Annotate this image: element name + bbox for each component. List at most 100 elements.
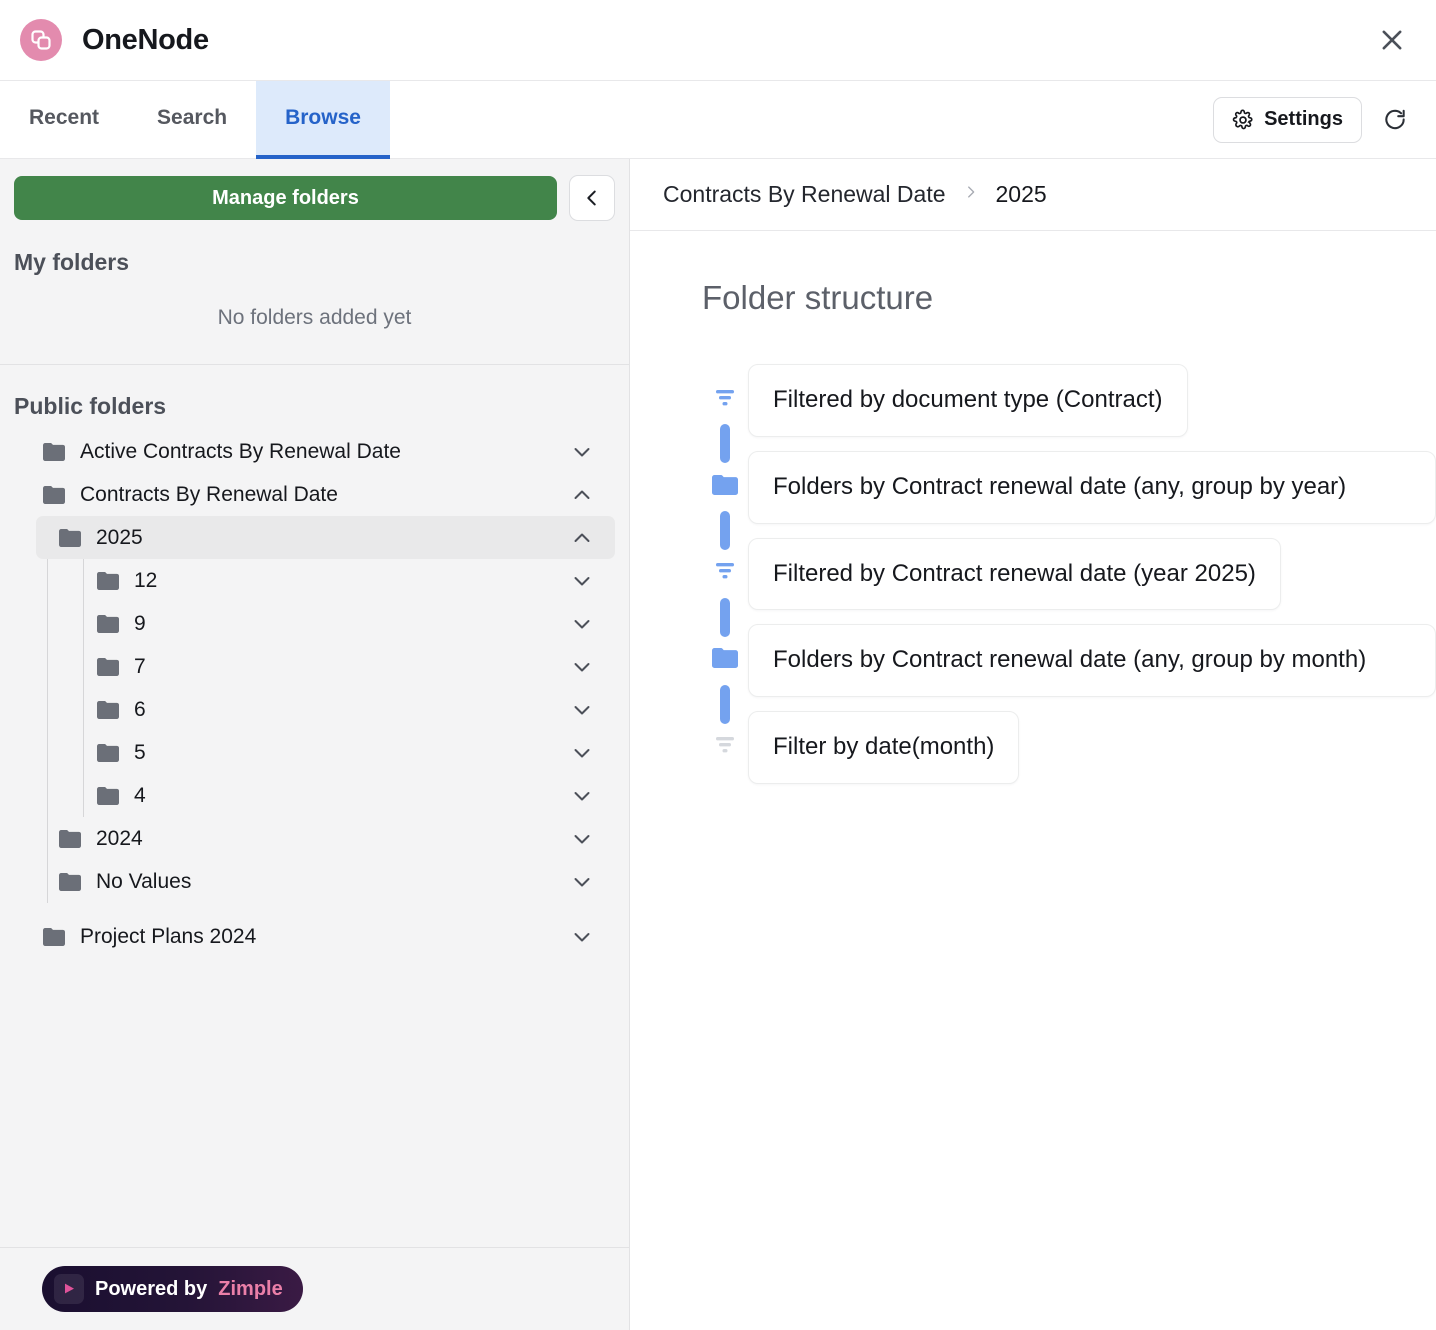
folder-icon bbox=[42, 485, 66, 505]
breadcrumb-item-root[interactable]: Contracts By Renewal Date bbox=[663, 181, 946, 208]
flow-connector-line bbox=[720, 431, 730, 464]
tree-item-label: No Values bbox=[96, 869, 192, 893]
sidebar-footer: Powered by Zimple bbox=[0, 1247, 629, 1330]
tree-item-6[interactable]: 6 bbox=[72, 688, 615, 731]
chevron-down-icon[interactable] bbox=[565, 650, 599, 684]
folder-icon bbox=[58, 829, 82, 849]
chevron-down-icon[interactable] bbox=[565, 865, 599, 899]
flow-connector-line bbox=[720, 518, 730, 550]
folder-icon bbox=[96, 743, 120, 763]
tree-item-2024[interactable]: 2024 bbox=[36, 817, 615, 860]
flow-rail bbox=[702, 518, 748, 630]
tree-item-2025[interactable]: 2025 bbox=[36, 516, 615, 559]
flow-step-5: Filter by date(month) bbox=[702, 692, 1436, 791]
title-bar: OneNode bbox=[0, 0, 1436, 81]
tree-item-label: 7 bbox=[134, 654, 146, 678]
filter-icon bbox=[712, 732, 738, 763]
flow-step-card[interactable]: Folders by Contract renewal date (any, g… bbox=[748, 624, 1436, 698]
collapse-sidebar-button[interactable] bbox=[569, 175, 615, 221]
manage-folders-button[interactable]: Manage folders bbox=[14, 176, 557, 220]
filter-icon bbox=[712, 385, 738, 416]
folder-icon bbox=[58, 528, 82, 548]
flow-rail bbox=[702, 692, 748, 791]
chevron-down-icon[interactable] bbox=[565, 736, 599, 770]
folder-icon bbox=[96, 571, 120, 591]
chevron-down-icon[interactable] bbox=[565, 607, 599, 641]
tree-item-contracts-by-renewal-date[interactable]: Contracts By Renewal Date bbox=[14, 473, 615, 516]
chevron-down-icon[interactable] bbox=[565, 779, 599, 813]
chevron-down-icon[interactable] bbox=[565, 920, 599, 954]
sidebar: Manage folders My folders No folders add… bbox=[0, 159, 630, 1330]
folder-tree: Active Contracts By Renewal Date Contrac… bbox=[0, 420, 629, 1247]
settings-button[interactable]: Settings bbox=[1213, 96, 1362, 143]
tree-item-label: 5 bbox=[134, 740, 146, 764]
refresh-icon[interactable] bbox=[1378, 103, 1412, 137]
tree-item-4[interactable]: 4 bbox=[72, 774, 615, 817]
tree-item-5[interactable]: 5 bbox=[72, 731, 615, 774]
tree-item-label: 2025 bbox=[96, 525, 143, 549]
tab-recent[interactable]: Recent bbox=[0, 81, 128, 159]
tree-item-9[interactable]: 9 bbox=[72, 602, 615, 645]
main-content: Folder structure Filtered by document ty… bbox=[630, 231, 1436, 791]
flow-connector-line bbox=[720, 605, 730, 637]
flow-rail bbox=[702, 431, 748, 543]
folder-icon bbox=[710, 645, 740, 676]
main-panel: Contracts By Renewal Date 2025 Folder st… bbox=[630, 159, 1436, 1330]
flow-step-card[interactable]: Filtered by Contract renewal date (year … bbox=[748, 537, 1281, 611]
page-title: OneNode bbox=[82, 23, 209, 56]
gear-icon bbox=[1232, 109, 1254, 131]
flow-step-2: Folders by Contract renewal date (any, g… bbox=[702, 431, 1436, 543]
tree-item-label: 12 bbox=[134, 568, 158, 592]
flow-step-card[interactable]: Filtered by document type (Contract) bbox=[748, 364, 1188, 437]
chevron-up-icon[interactable] bbox=[565, 521, 599, 555]
sidebar-top: Manage folders bbox=[0, 159, 629, 221]
toolbar: Settings bbox=[1213, 81, 1436, 158]
chevron-down-icon[interactable] bbox=[565, 435, 599, 469]
folder-icon bbox=[96, 786, 120, 806]
tabbar-spacer bbox=[390, 81, 1213, 158]
flow-step-3: Filtered by Contract renewal date (year … bbox=[702, 518, 1436, 630]
chevron-down-icon[interactable] bbox=[565, 564, 599, 598]
my-folders-empty: No folders added yet bbox=[217, 306, 412, 329]
flow-rail bbox=[702, 357, 748, 456]
chevron-left-icon bbox=[581, 187, 603, 209]
tree-item-7[interactable]: 7 bbox=[72, 645, 615, 688]
folder-structure-title: Folder structure bbox=[702, 279, 934, 316]
tree-item-label: Active Contracts By Renewal Date bbox=[80, 439, 401, 463]
folder-icon bbox=[42, 442, 66, 462]
tree-group-contracts: 2025 12 9 7 6 5 4 2024 No Values bbox=[0, 516, 629, 903]
chevron-up-icon[interactable] bbox=[565, 478, 599, 512]
tree-item-no-values[interactable]: No Values bbox=[36, 860, 615, 903]
folder-icon bbox=[96, 614, 120, 634]
chevron-down-icon[interactable] bbox=[565, 693, 599, 727]
chevron-down-icon[interactable] bbox=[565, 822, 599, 856]
onenode-logo-icon bbox=[20, 19, 62, 61]
tree-item-label: Contracts By Renewal Date bbox=[80, 482, 338, 506]
public-folders-title: Public folders bbox=[14, 393, 167, 419]
tab-bar: Recent Search Browse Settings bbox=[0, 81, 1436, 159]
folder-icon bbox=[42, 927, 66, 947]
powered-by-zimple-badge[interactable]: Powered by Zimple bbox=[42, 1266, 303, 1312]
flow-connector-line bbox=[720, 692, 730, 724]
folder-icon bbox=[96, 657, 120, 677]
flow-step-card[interactable]: Folders by Contract renewal date (any, g… bbox=[748, 450, 1436, 524]
tree-item-project-plans-2024[interactable]: Project Plans 2024 bbox=[14, 915, 615, 958]
close-icon[interactable] bbox=[1370, 18, 1414, 62]
flow-step-1: Filtered by document type (Contract) bbox=[702, 357, 1436, 456]
tab-browse[interactable]: Browse bbox=[256, 81, 390, 159]
powered-by-label: Powered by bbox=[95, 1277, 208, 1300]
tree-item-label: 2024 bbox=[96, 826, 143, 850]
chevron-right-icon bbox=[962, 183, 980, 207]
folder-icon bbox=[58, 872, 82, 892]
tree-item-label: 4 bbox=[134, 783, 146, 807]
tab-search[interactable]: Search bbox=[128, 81, 256, 159]
breadcrumb-item-current[interactable]: 2025 bbox=[996, 181, 1047, 208]
tree-item-12[interactable]: 12 bbox=[72, 559, 615, 602]
tree-item-active-contracts-by-renewal-date[interactable]: Active Contracts By Renewal Date bbox=[14, 430, 615, 473]
flow-rail bbox=[702, 605, 748, 717]
flow-step-card[interactable]: Filter by date(month) bbox=[748, 711, 1020, 784]
my-folders-title: My folders bbox=[14, 249, 130, 275]
tree-item-label: 6 bbox=[134, 697, 146, 721]
tree-item-label: 9 bbox=[134, 611, 146, 635]
body: Manage folders My folders No folders add… bbox=[0, 159, 1436, 1330]
